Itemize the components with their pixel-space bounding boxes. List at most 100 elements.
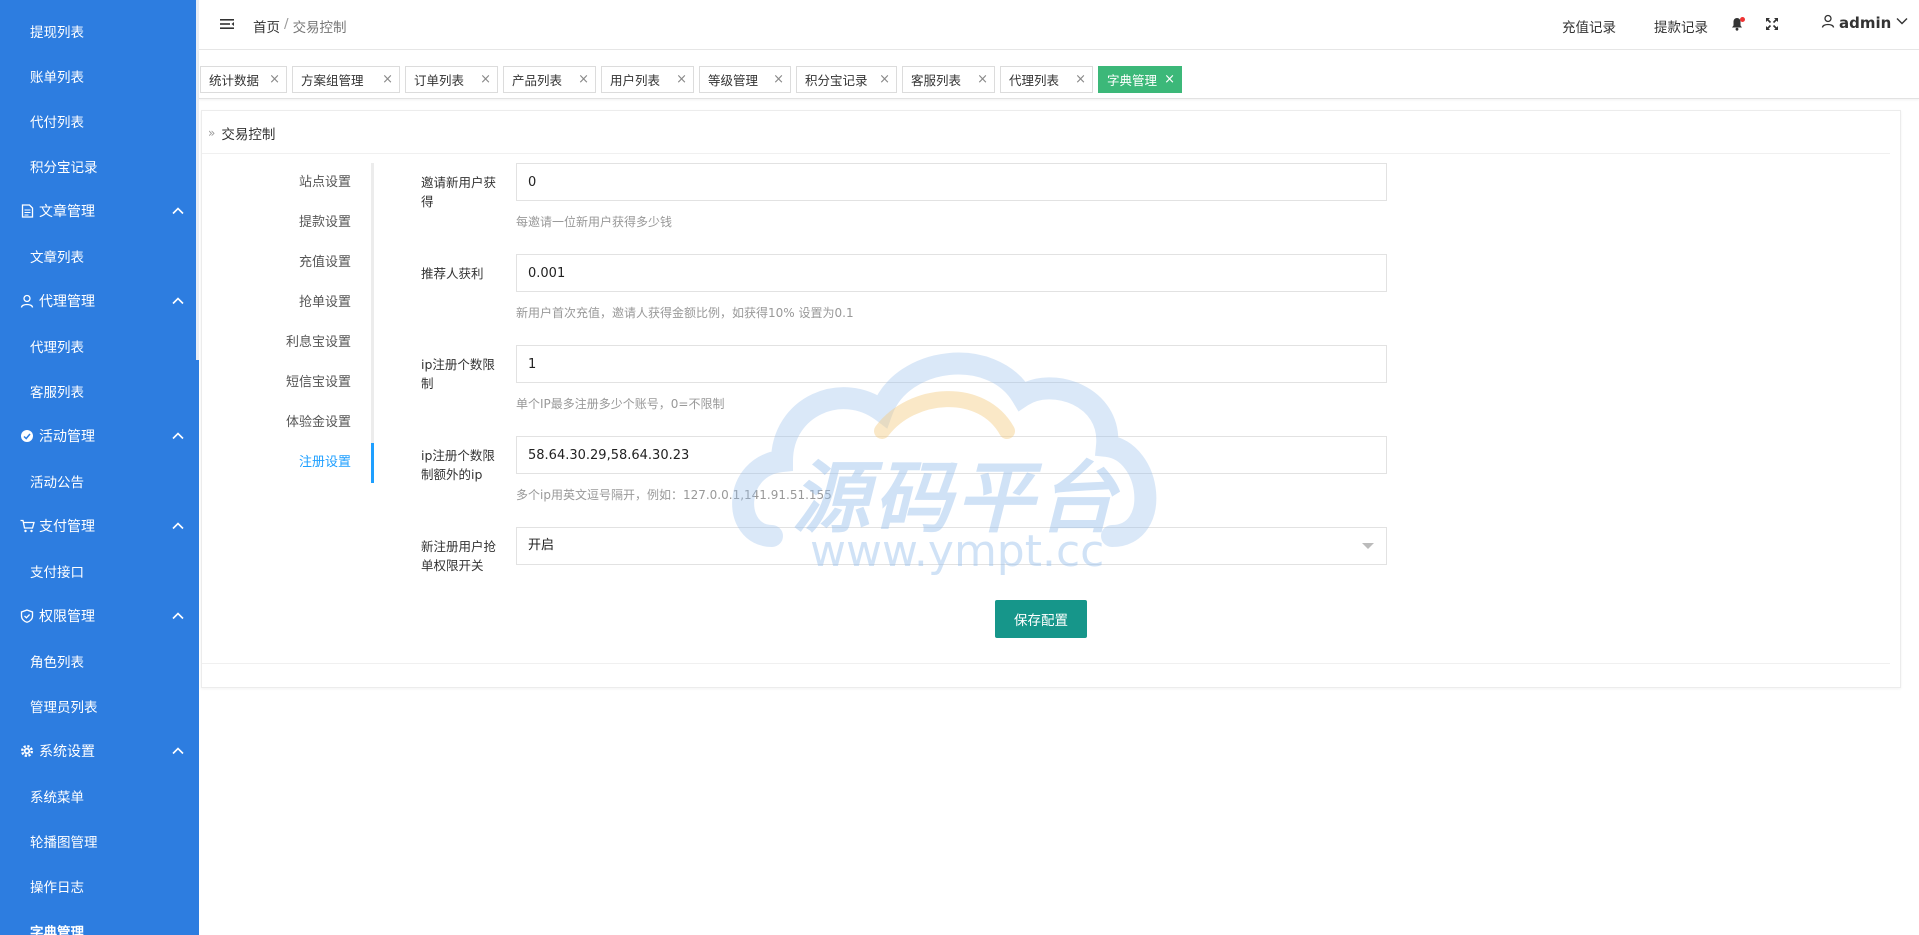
tab-2[interactable]: 订单列表 × — [405, 66, 498, 93]
document-icon — [19, 203, 35, 219]
close-icon[interactable]: × — [977, 72, 988, 87]
settings-nav-item-2[interactable]: 充值设置 — [201, 243, 373, 283]
settings-nav-item-6[interactable]: 体验金设置 — [201, 403, 373, 443]
menu-toggle-icon[interactable] — [219, 16, 235, 32]
sidebar-item-8[interactable]: 客服列表 — [0, 368, 199, 413]
sidebar-item-20[interactable]: 字典管理 — [0, 908, 199, 935]
tabs-bar: 统计数据 × 方案组管理 × 订单列表 × 产品列表 × 用户列表 × 等级管理 × 积分宝记录 × 客服列… — [199, 50, 1919, 99]
tab-label: 客服列表 — [911, 73, 962, 88]
tab-7[interactable]: 客服列表 × — [902, 66, 995, 93]
sidebar-item-17[interactable]: 系统菜单 — [0, 773, 199, 818]
sidebar-item-label: 角色列表 — [30, 654, 84, 671]
grab-switch-select[interactable]: 开启 — [516, 527, 1387, 565]
sidebar-item-3[interactable]: 积分宝记录 — [0, 143, 199, 188]
settings-nav-item-0[interactable]: 站点设置 — [201, 163, 373, 203]
tab-label: 方案组管理 — [301, 73, 364, 88]
sidebar-group-16[interactable]: 系统设置 — [0, 728, 199, 773]
settings-nav-item-3[interactable]: 抢单设置 — [201, 283, 373, 323]
referrer-profit-input[interactable] — [516, 254, 1387, 292]
sidebar: 提现列表账单列表代付列表积分宝记录文章管理文章列表代理管理代理列表客服列表活动管… — [0, 0, 199, 935]
tab-label: 订单列表 — [414, 73, 465, 88]
breadcrumb: 首页 / 交易控制 — [253, 16, 347, 36]
sidebar-group-13[interactable]: 权限管理 — [0, 593, 199, 638]
cart-icon — [19, 518, 35, 534]
close-icon[interactable]: × — [480, 72, 491, 87]
sidebar-group-11[interactable]: 支付管理 — [0, 503, 199, 548]
tab-5[interactable]: 等级管理 × — [699, 66, 791, 93]
sidebar-item-label: 系统菜单 — [30, 789, 84, 806]
sidebar-group-9[interactable]: 活动管理 — [0, 413, 199, 458]
tab-8[interactable]: 代理列表 × — [1000, 66, 1093, 93]
sidebar-item-18[interactable]: 轮播图管理 — [0, 818, 199, 863]
close-icon[interactable]: × — [1075, 72, 1086, 87]
grab-switch-label: 新注册用户抢单权限开关 — [421, 539, 497, 573]
withdraw-records-link[interactable]: 提款记录 — [1654, 16, 1708, 36]
invite-reward-input[interactable] — [516, 163, 1387, 201]
sidebar-item-14[interactable]: 角色列表 — [0, 638, 199, 683]
sidebar-item-label: 代理管理 — [39, 293, 95, 310]
settings-nav-border — [371, 163, 374, 483]
recharge-records-link[interactable]: 充值记录 — [1562, 16, 1616, 36]
close-icon[interactable]: × — [269, 72, 280, 87]
tab-0[interactable]: 统计数据 × — [200, 66, 287, 93]
close-icon[interactable]: × — [879, 72, 890, 87]
close-icon[interactable]: × — [578, 72, 589, 87]
chevron-up-icon — [171, 204, 185, 218]
sidebar-item-19[interactable]: 操作日志 — [0, 863, 199, 908]
breadcrumb-home[interactable]: 首页 — [253, 16, 280, 36]
sidebar-item-5[interactable]: 文章列表 — [0, 233, 199, 278]
sidebar-item-label: 客服列表 — [30, 384, 84, 401]
ip-limit-label: ip注册个数限制 — [421, 357, 495, 391]
referrer-profit-hint: 新用户首次充值，邀请人获得金额比例，如获得10% 设置为0.1 — [516, 306, 854, 320]
fullscreen-icon[interactable] — [1764, 16, 1780, 32]
sidebar-item-2[interactable]: 代付列表 — [0, 98, 199, 143]
tab-label: 统计数据 — [209, 73, 260, 88]
sidebar-group-4[interactable]: 文章管理 — [0, 188, 199, 233]
card-title-text: 交易控制 — [221, 127, 276, 143]
close-icon[interactable]: × — [1164, 72, 1175, 87]
sidebar-item-label: 积分宝记录 — [30, 159, 98, 176]
sidebar-item-label: 系统设置 — [39, 743, 95, 760]
close-icon[interactable]: × — [382, 72, 393, 87]
user-menu[interactable]: admin — [1821, 14, 1909, 32]
close-icon[interactable]: × — [773, 72, 784, 87]
chevron-up-icon — [171, 744, 185, 758]
ip-exempt-input[interactable] — [516, 436, 1387, 474]
ip-exempt-hint: 多个ip用英文逗号隔开，例如：127.0.0.1,141.91.51.155 — [516, 488, 832, 502]
tab-label: 用户列表 — [610, 73, 661, 88]
sidebar-item-label: 文章管理 — [39, 203, 95, 220]
sidebar-item-label: 活动公告 — [30, 474, 84, 491]
settings-nav-item-4[interactable]: 利息宝设置 — [201, 323, 373, 363]
sidebar-item-12[interactable]: 支付接口 — [0, 548, 199, 593]
tab-3[interactable]: 产品列表 × — [503, 66, 596, 93]
sidebar-item-15[interactable]: 管理员列表 — [0, 683, 199, 728]
grab-switch-value: 开启 — [528, 538, 555, 553]
close-icon[interactable]: × — [676, 72, 687, 87]
sidebar-item-label: 字典管理 — [30, 924, 84, 935]
sidebar-item-10[interactable]: 活动公告 — [0, 458, 199, 503]
sidebar-item-label: 提现列表 — [30, 24, 84, 41]
sidebar-item-label: 代付列表 — [30, 114, 84, 131]
tab-6[interactable]: 积分宝记录 × — [796, 66, 897, 93]
settings-nav-item-7[interactable]: 注册设置 — [201, 443, 373, 483]
sidebar-item-label: 文章列表 — [30, 249, 84, 266]
tab-9[interactable]: 字典管理 × — [1098, 66, 1182, 93]
user-icon — [1821, 14, 1835, 32]
activity-icon — [19, 428, 35, 444]
tab-label: 产品列表 — [512, 73, 563, 88]
user-name: admin — [1839, 14, 1892, 32]
tab-4[interactable]: 用户列表 × — [601, 66, 694, 93]
settings-nav-item-5[interactable]: 短信宝设置 — [201, 363, 373, 403]
shield-icon — [19, 608, 35, 624]
sidebar-item-0[interactable]: 提现列表 — [0, 8, 199, 53]
ip-limit-input[interactable] — [516, 345, 1387, 383]
save-config-button[interactable]: 保存配置 — [995, 600, 1087, 638]
sidebar-item-7[interactable]: 代理列表 — [0, 323, 199, 368]
sidebar-item-1[interactable]: 账单列表 — [0, 53, 199, 98]
tab-label: 代理列表 — [1009, 73, 1060, 88]
chevron-up-icon — [171, 429, 185, 443]
tab-1[interactable]: 方案组管理 × — [292, 66, 400, 93]
sidebar-group-6[interactable]: 代理管理 — [0, 278, 199, 323]
settings-nav-item-1[interactable]: 提款设置 — [201, 203, 373, 243]
chevron-down-icon — [1895, 14, 1909, 32]
